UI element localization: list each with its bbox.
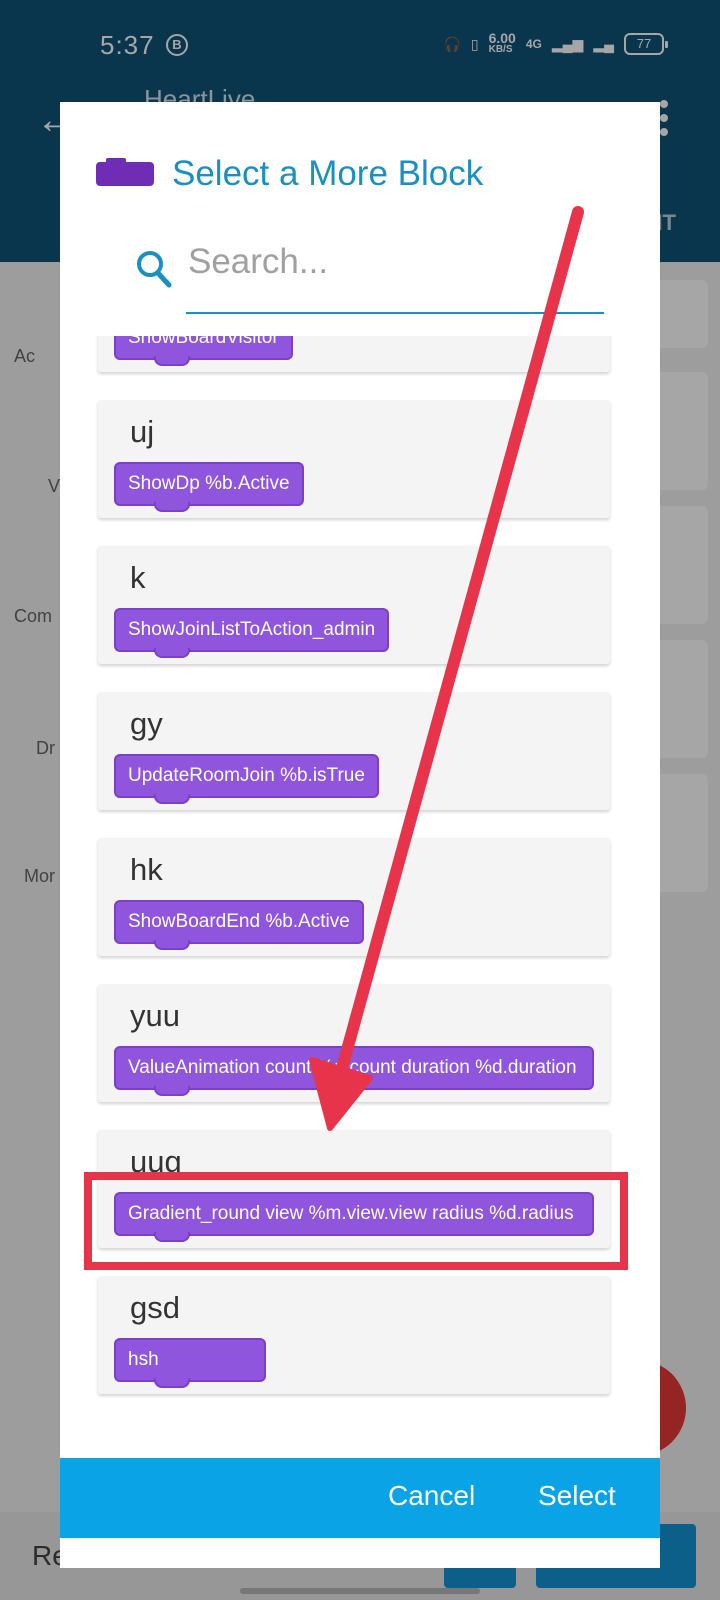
annotation-highlight-box	[84, 1172, 628, 1270]
annotation-arrow	[309, 206, 584, 1131]
gesture-nav-handle[interactable]	[240, 1588, 480, 1594]
